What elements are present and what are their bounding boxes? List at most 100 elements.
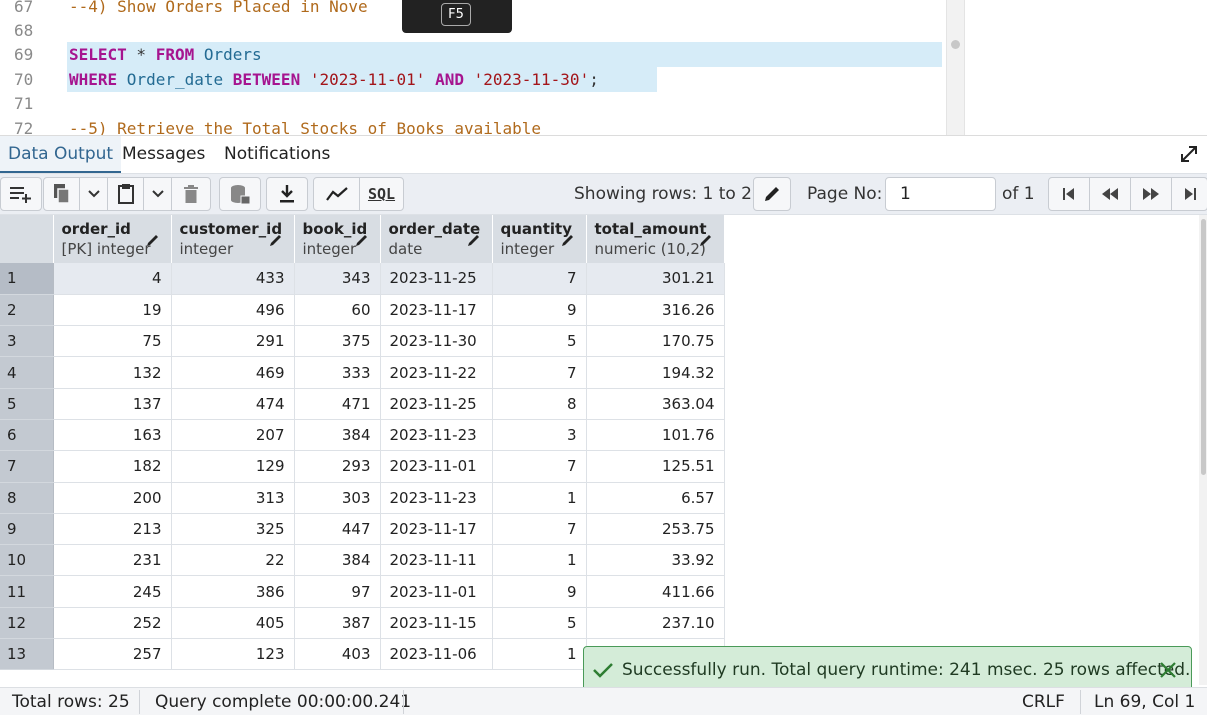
row-number-cell[interactable]: 3 (0, 325, 54, 358)
cell-customer-id[interactable]: 313 (171, 482, 295, 514)
cell-customer-id[interactable]: 123 (171, 638, 295, 671)
cell-book-id[interactable]: 384 (294, 419, 381, 452)
cell-book-id[interactable]: 343 (294, 263, 381, 295)
table-row[interactable]: 8 200 313 303 2023-11-23 1 6.57 (0, 482, 725, 514)
table-row[interactable]: 9 213 325 447 2023-11-17 7 253.75 (0, 513, 725, 546)
cell-order-id[interactable]: 200 (53, 482, 172, 514)
row-number-cell[interactable]: 2 (0, 294, 54, 327)
first-page-button[interactable] (1049, 178, 1090, 210)
pencil-icon[interactable] (560, 232, 576, 248)
cell-customer-id[interactable]: 474 (171, 388, 295, 420)
row-number-cell[interactable]: 10 (0, 544, 54, 577)
tab-notifications[interactable]: Notifications (224, 136, 330, 173)
page-number-input[interactable]: 1 (885, 177, 996, 211)
cell-customer-id[interactable]: 207 (171, 419, 295, 452)
column-header-total-amount[interactable]: total_amount numeric (10,2) (586, 215, 725, 263)
row-number-cell[interactable]: 6 (0, 419, 54, 452)
close-icon[interactable] (1159, 661, 1177, 679)
cell-book-id[interactable]: 384 (294, 544, 381, 577)
row-number-cell[interactable]: 4 (0, 356, 54, 389)
column-header-book-id[interactable]: book_id integer (294, 215, 381, 263)
cell-customer-id[interactable]: 291 (171, 325, 295, 358)
row-number-cell[interactable]: 7 (0, 450, 54, 483)
cell-customer-id[interactable]: 496 (171, 294, 295, 327)
pencil-icon[interactable] (698, 232, 714, 248)
grid-scroll-thumb[interactable] (1201, 219, 1206, 475)
previous-page-button[interactable] (1090, 178, 1131, 210)
cell-quantity[interactable]: 5 (492, 325, 587, 358)
cell-order-date[interactable]: 2023-11-23 (380, 419, 493, 452)
cell-customer-id[interactable]: 386 (171, 575, 295, 608)
cell-order-id[interactable]: 163 (53, 419, 172, 452)
download-button[interactable] (267, 178, 307, 210)
pencil-icon[interactable] (268, 232, 284, 248)
table-row[interactable]: 7 182 129 293 2023-11-01 7 125.51 (0, 450, 725, 483)
row-number-cell[interactable]: 11 (0, 575, 54, 608)
cell-order-id[interactable]: 132 (53, 356, 172, 389)
code-line-comment[interactable]: --4) Show Orders Placed in Nove (69, 0, 368, 19)
cell-order-date[interactable]: 2023-11-17 (380, 513, 493, 546)
cell-customer-id[interactable]: 433 (171, 263, 295, 295)
tab-data-output[interactable]: Data Output (0, 136, 122, 173)
cell-book-id[interactable]: 375 (294, 325, 381, 358)
table-row[interactable]: 6 163 207 384 2023-11-23 3 101.76 (0, 419, 725, 452)
cell-quantity[interactable]: 7 (492, 356, 587, 389)
cell-book-id[interactable]: 471 (294, 388, 381, 420)
column-header-order-date[interactable]: order_date date (380, 215, 493, 263)
table-row[interactable]: 5 137 474 471 2023-11-25 8 363.04 (0, 388, 725, 420)
pencil-icon[interactable] (354, 232, 370, 248)
editor-scroll-thumb[interactable] (951, 40, 960, 49)
cell-total-amount[interactable]: 125.51 (586, 450, 725, 483)
cell-order-id[interactable]: 252 (53, 607, 172, 640)
cell-quantity[interactable]: 9 (492, 575, 587, 608)
cell-order-date[interactable]: 2023-11-01 (380, 450, 493, 483)
cell-order-id[interactable]: 231 (53, 544, 172, 577)
row-number-cell[interactable]: 1 (0, 263, 54, 295)
cell-order-id[interactable]: 137 (53, 388, 172, 420)
tab-messages[interactable]: Messages (122, 136, 205, 173)
cell-order-id[interactable]: 213 (53, 513, 172, 546)
paste-options-dropdown[interactable] (144, 178, 172, 210)
cell-order-date[interactable]: 2023-11-22 (380, 356, 493, 389)
cell-quantity[interactable]: 5 (492, 607, 587, 640)
column-header-quantity[interactable]: quantity integer (492, 215, 587, 263)
cell-quantity[interactable]: 9 (492, 294, 587, 327)
cell-quantity[interactable]: 1 (492, 544, 587, 577)
table-row[interactable]: 3 75 291 375 2023-11-30 5 170.75 (0, 325, 725, 358)
cell-total-amount[interactable]: 33.92 (586, 544, 725, 577)
cell-quantity[interactable]: 1 (492, 482, 587, 514)
row-number-cell[interactable]: 12 (0, 607, 54, 640)
table-row[interactable]: 2 19 496 60 2023-11-17 9 316.26 (0, 294, 725, 327)
cell-order-date[interactable]: 2023-11-25 (380, 263, 493, 295)
cell-order-date[interactable]: 2023-11-30 (380, 325, 493, 358)
column-header-customer-id[interactable]: customer_id integer (171, 215, 295, 263)
cell-book-id[interactable]: 447 (294, 513, 381, 546)
cell-book-id[interactable]: 60 (294, 294, 381, 327)
column-header-order-id[interactable]: order_id [PK] integer (53, 215, 172, 263)
delete-row-button[interactable] (172, 178, 210, 210)
cell-order-id[interactable]: 4 (53, 263, 172, 295)
cell-order-id[interactable]: 257 (53, 638, 172, 671)
sql-editor[interactable]: 67 68 69 70 71 72 --4) Show Orders Place… (0, 0, 1207, 135)
table-row[interactable]: 12 252 405 387 2023-11-15 5 237.10 (0, 607, 725, 640)
row-number-cell[interactable]: 9 (0, 513, 54, 546)
cell-total-amount[interactable]: 237.10 (586, 607, 725, 640)
cell-total-amount[interactable]: 170.75 (586, 325, 725, 358)
cell-book-id[interactable]: 293 (294, 450, 381, 483)
cell-total-amount[interactable]: 316.26 (586, 294, 725, 327)
sql-button[interactable]: SQL (360, 178, 403, 210)
cell-order-date[interactable]: 2023-11-17 (380, 294, 493, 327)
table-row[interactable]: 1 4 433 343 2023-11-25 7 301.21 (0, 263, 725, 295)
cell-quantity[interactable]: 7 (492, 263, 587, 295)
cell-total-amount[interactable]: 411.66 (586, 575, 725, 608)
cell-total-amount[interactable]: 301.21 (586, 263, 725, 295)
graph-visualiser-button[interactable] (314, 178, 360, 210)
cell-customer-id[interactable]: 22 (171, 544, 295, 577)
row-number-header[interactable] (0, 215, 54, 263)
code-line-select[interactable]: SELECT * FROM Orders (69, 42, 262, 67)
cell-total-amount[interactable]: 363.04 (586, 388, 725, 420)
cell-customer-id[interactable]: 129 (171, 450, 295, 483)
pencil-icon[interactable] (466, 232, 482, 248)
cell-customer-id[interactable]: 405 (171, 607, 295, 640)
cell-order-date[interactable]: 2023-11-11 (380, 544, 493, 577)
